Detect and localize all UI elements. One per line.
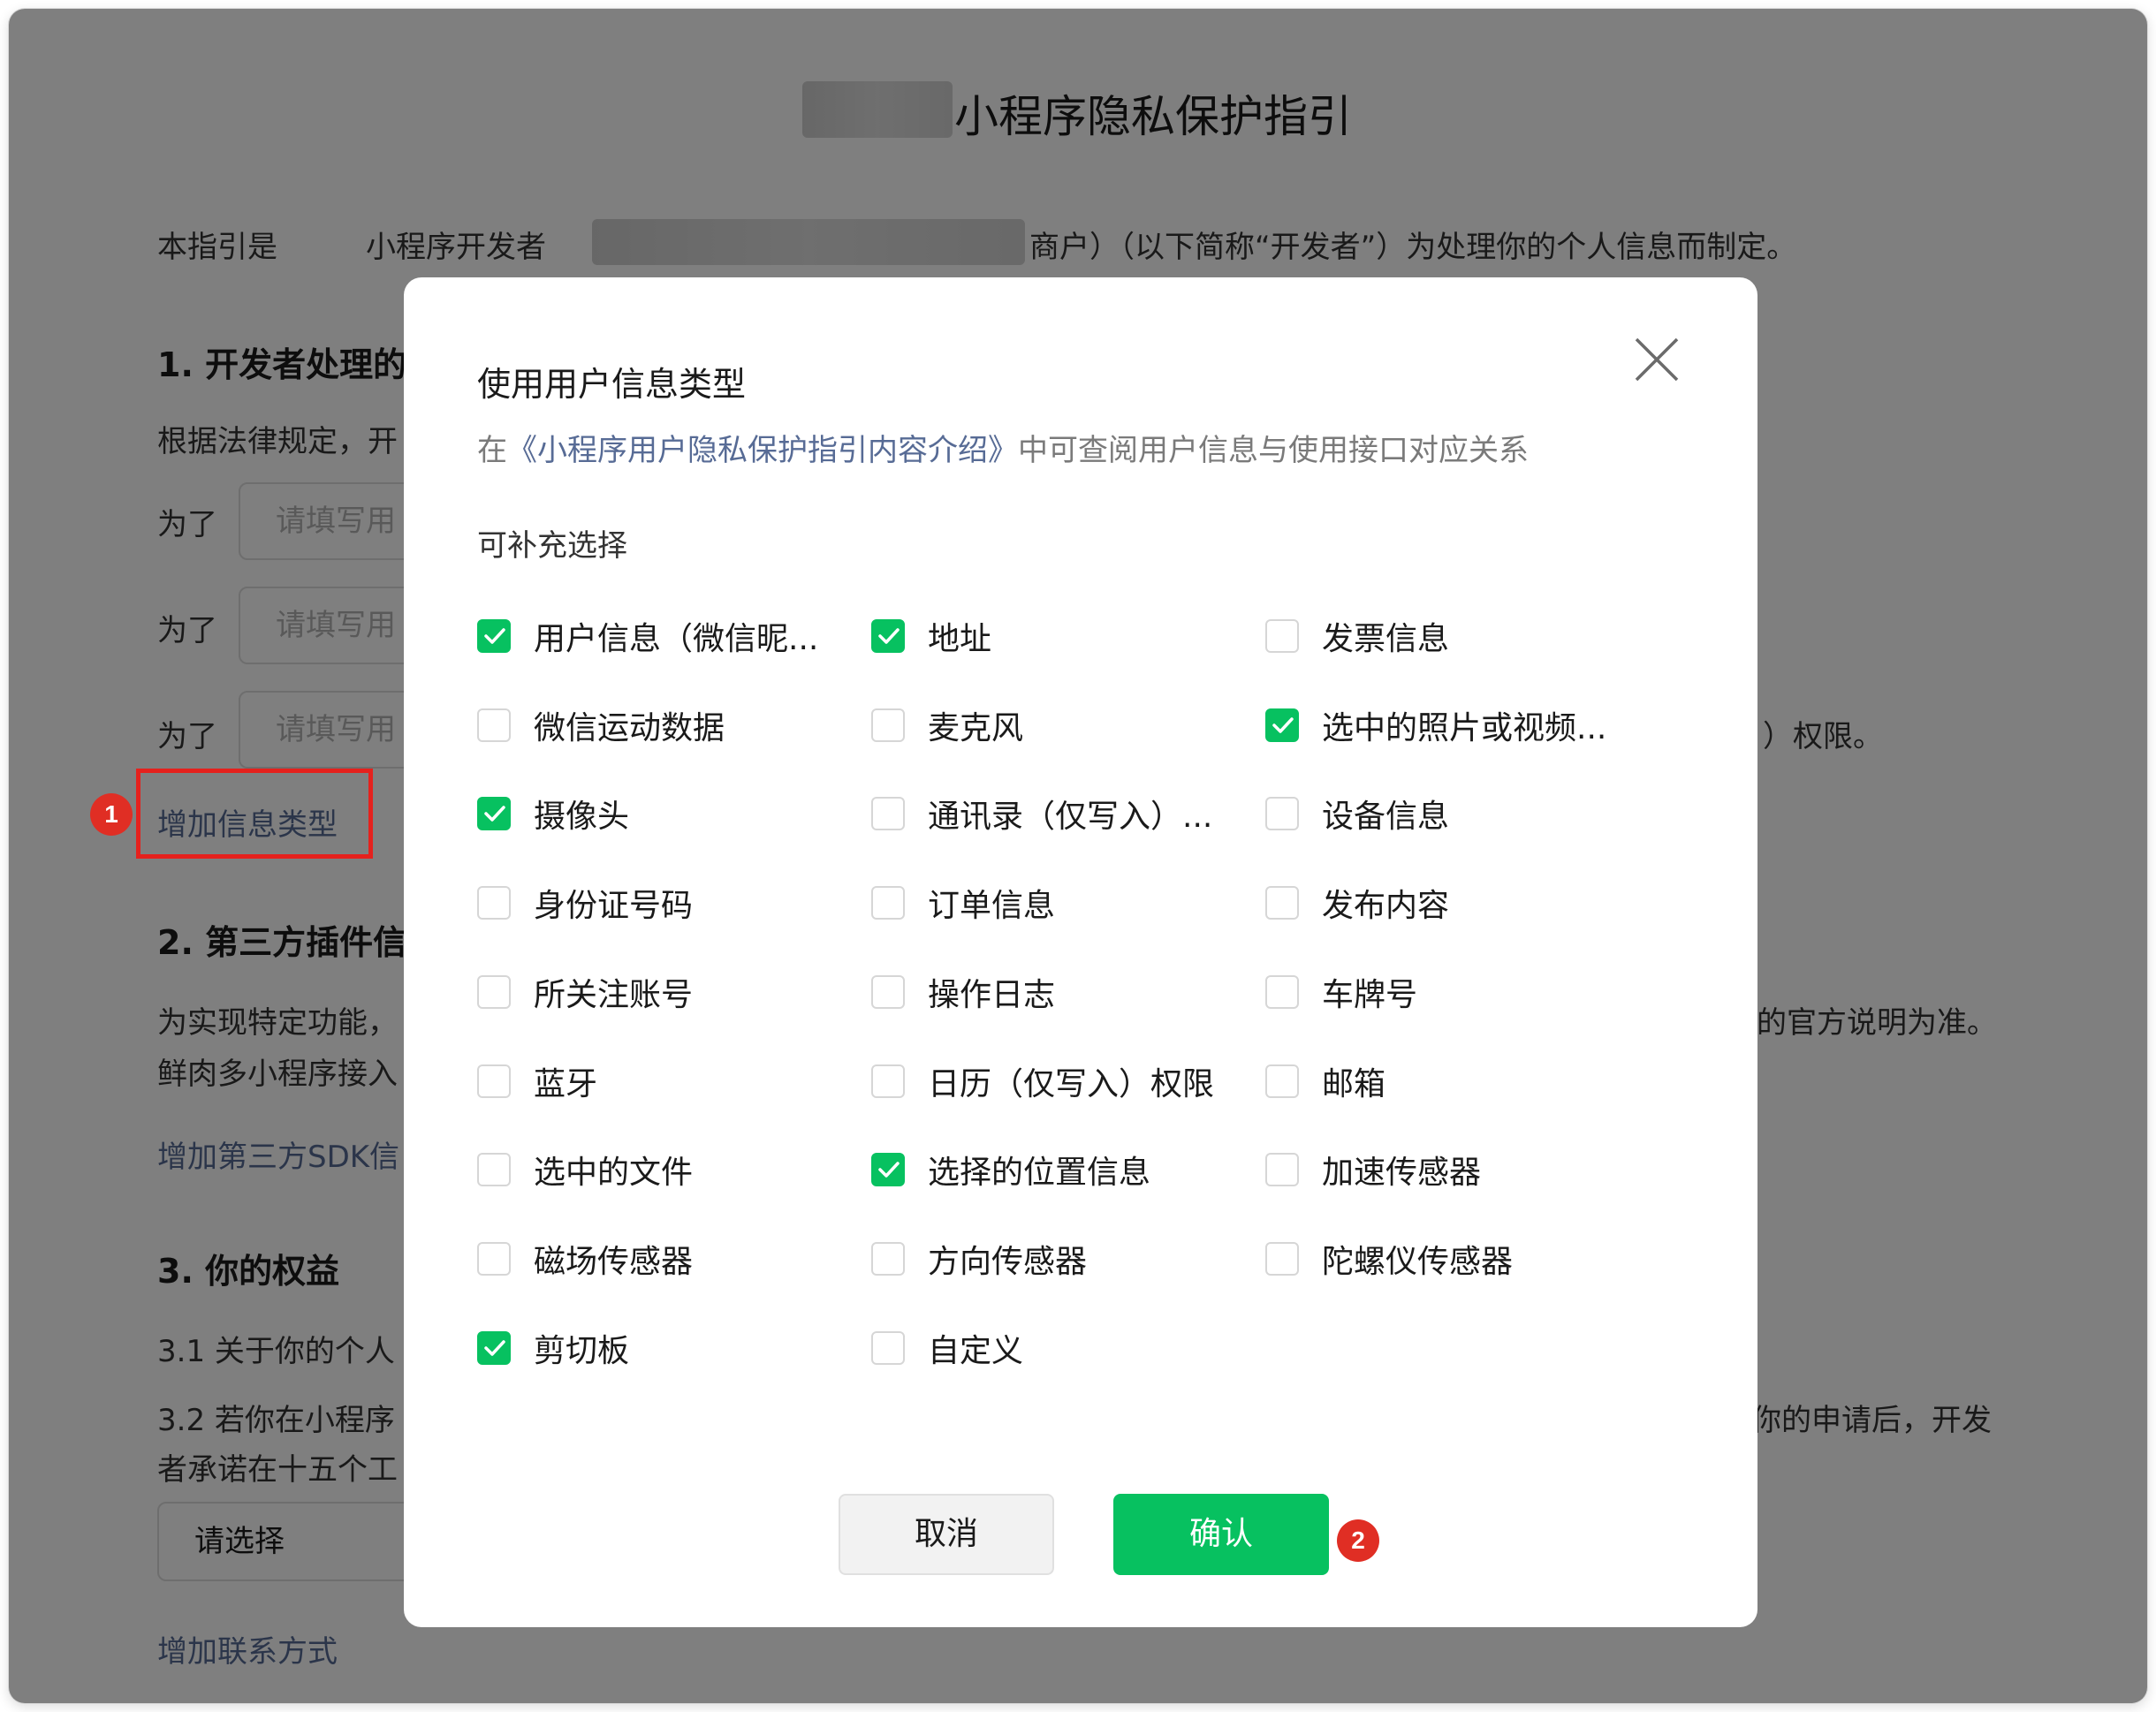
option-label: 麦克风 [928, 710, 1024, 746]
checkbox-icon[interactable] [871, 1242, 905, 1276]
option-item[interactable]: 剪切板 [477, 1325, 629, 1371]
checkbox-icon[interactable] [477, 1242, 511, 1276]
option-label: 操作日志 [928, 977, 1056, 1013]
option-label: 发布内容 [1322, 888, 1450, 924]
option-item[interactable]: 方向传感器 [871, 1236, 1087, 1282]
option-item[interactable]: 通讯录（仅写入）... [871, 791, 1212, 837]
modal-subtitle-prefix: 在 [477, 433, 507, 468]
option-label: 蓝牙 [534, 1066, 598, 1102]
checkbox-checked-icon[interactable] [477, 797, 511, 830]
checkbox-icon[interactable] [871, 708, 905, 742]
option-item[interactable]: 操作日志 [871, 969, 1055, 1015]
option-label: 加速传感器 [1322, 1155, 1482, 1191]
option-item[interactable]: 发票信息 [1265, 613, 1449, 659]
option-item[interactable]: 选择的位置信息 [871, 1147, 1150, 1193]
cancel-button[interactable]: 取消 [839, 1494, 1054, 1575]
option-label: 选中的文件 [534, 1155, 694, 1191]
modal-subtitle-suffix: 中可查阅用户信息与使用接口对应关系 [1018, 433, 1529, 468]
option-item[interactable]: 设备信息 [1265, 791, 1449, 837]
option-label: 用户信息（微信昵... [534, 621, 819, 657]
option-item[interactable]: 用户信息（微信昵... [477, 613, 818, 659]
checkbox-icon[interactable] [871, 1331, 905, 1365]
option-label: 身份证号码 [534, 888, 694, 924]
checkbox-icon[interactable] [1265, 1153, 1299, 1186]
checkbox-icon[interactable] [477, 886, 511, 920]
option-item[interactable]: 加速传感器 [1265, 1147, 1481, 1193]
option-item[interactable]: 所关注账号 [477, 969, 693, 1015]
checkbox-icon[interactable] [1265, 797, 1299, 830]
option-label: 自定义 [928, 1333, 1024, 1369]
checkbox-icon[interactable] [477, 975, 511, 1009]
option-label: 选择的位置信息 [928, 1155, 1151, 1191]
option-item[interactable]: 摄像头 [477, 791, 629, 837]
option-label: 设备信息 [1322, 799, 1450, 835]
option-item[interactable]: 邮箱 [1265, 1058, 1385, 1104]
checkbox-icon[interactable] [871, 886, 905, 920]
checkbox-icon[interactable] [1265, 886, 1299, 920]
checkbox-icon[interactable] [477, 1153, 511, 1186]
option-label: 车牌号 [1322, 977, 1418, 1013]
option-label: 通讯录（仅写入）... [928, 799, 1213, 835]
checkbox-icon[interactable] [871, 797, 905, 830]
option-item[interactable]: 蓝牙 [477, 1058, 597, 1104]
info-type-modal: 使用用户信息类型 在《小程序用户隐私保护指引内容介绍》中可查阅用户信息与使用接口… [404, 277, 1757, 1627]
guide-intro-link[interactable]: 《小程序用户隐私保护指引内容介绍》 [507, 433, 1018, 468]
option-label: 剪切板 [534, 1333, 630, 1369]
option-label: 日历（仅写入）权限 [928, 1066, 1215, 1102]
checkbox-icon[interactable] [477, 1064, 511, 1098]
option-item[interactable]: 微信运动数据 [477, 702, 725, 748]
checkbox-icon[interactable] [1265, 619, 1299, 653]
option-item[interactable]: 日历（仅写入）权限 [871, 1058, 1214, 1104]
option-item[interactable]: 磁场传感器 [477, 1236, 693, 1282]
option-label: 邮箱 [1322, 1066, 1386, 1102]
option-label: 摄像头 [534, 799, 630, 835]
option-item[interactable]: 身份证号码 [477, 880, 693, 926]
annotation-badge-1: 1 [90, 793, 133, 836]
option-item[interactable]: 麦克风 [871, 702, 1023, 748]
option-item[interactable]: 订单信息 [871, 880, 1055, 926]
modal-title: 使用用户信息类型 [477, 365, 747, 404]
checkbox-checked-icon[interactable] [477, 1331, 511, 1365]
modal-subtitle: 在《小程序用户隐私保护指引内容介绍》中可查阅用户信息与使用接口对应关系 [477, 426, 1529, 469]
checkbox-checked-icon[interactable] [871, 1153, 905, 1186]
privacy-guide-page: 小程序隐私保护指引 本指引是小程序开发者 商户）（以下简称“开发者”）为处理你的… [9, 9, 2147, 1703]
option-item[interactable]: 地址 [871, 613, 991, 659]
annotation-highlight-box [136, 769, 373, 859]
annotation-badge-2: 2 [1337, 1519, 1379, 1562]
option-item[interactable]: 发布内容 [1265, 880, 1449, 926]
optional-section-label: 可补充选择 [477, 528, 627, 564]
option-label: 陀螺仪传感器 [1322, 1244, 1514, 1280]
option-item[interactable]: 选中的照片或视频... [1265, 702, 1606, 748]
checkbox-icon[interactable] [871, 1064, 905, 1098]
close-icon[interactable] [1633, 336, 1681, 383]
checkbox-checked-icon[interactable] [871, 619, 905, 653]
checkbox-icon[interactable] [1265, 975, 1299, 1009]
option-label: 磁场传感器 [534, 1244, 694, 1280]
checkbox-icon[interactable] [1265, 1064, 1299, 1098]
option-item[interactable]: 陀螺仪传感器 [1265, 1236, 1513, 1282]
confirm-button[interactable]: 确认 [1113, 1494, 1329, 1575]
checkbox-checked-icon[interactable] [477, 619, 511, 653]
info-type-options: 用户信息（微信昵... 地址 发票信息微信运动数据 麦克风 选中的照片或视频... 摄像头… [477, 613, 1714, 1426]
option-label: 微信运动数据 [534, 710, 725, 746]
option-label: 方向传感器 [928, 1244, 1088, 1280]
option-item[interactable]: 选中的文件 [477, 1147, 693, 1193]
option-label: 所关注账号 [534, 977, 694, 1013]
option-label: 地址 [928, 621, 992, 657]
checkbox-icon[interactable] [477, 708, 511, 742]
option-label: 选中的照片或视频... [1322, 710, 1607, 746]
checkbox-icon[interactable] [871, 975, 905, 1009]
checkbox-checked-icon[interactable] [1265, 708, 1299, 742]
option-item[interactable]: 自定义 [871, 1325, 1023, 1371]
option-item[interactable]: 车牌号 [1265, 969, 1417, 1015]
option-label: 发票信息 [1322, 621, 1450, 657]
checkbox-icon[interactable] [1265, 1242, 1299, 1276]
option-label: 订单信息 [928, 888, 1056, 924]
